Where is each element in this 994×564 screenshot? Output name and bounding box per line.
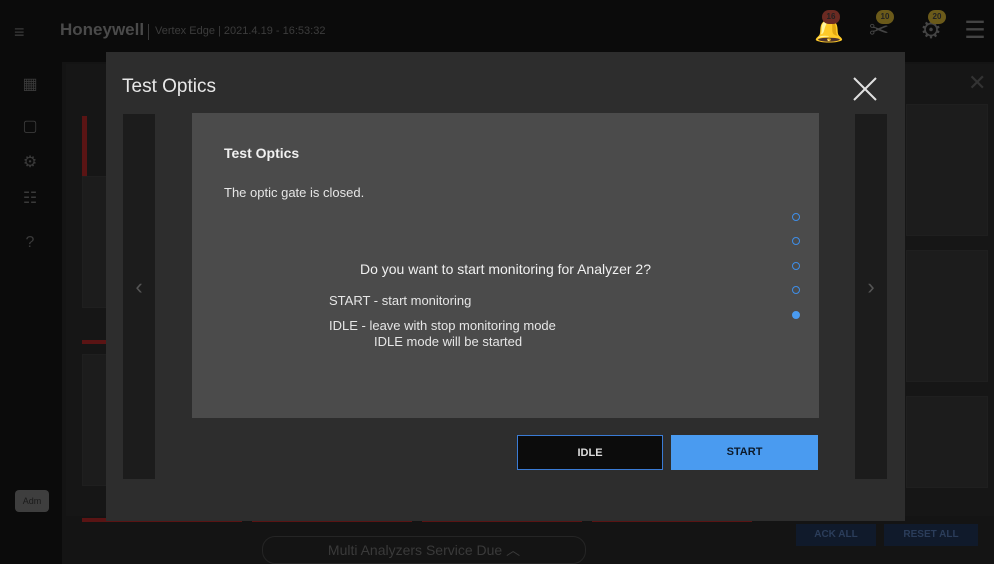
idle-option-description: IDLE - leave with stop monitoring mode	[329, 318, 556, 333]
step-message: The optic gate is closed.	[224, 185, 365, 200]
step-indicator-5	[792, 311, 800, 319]
dashboard-icon[interactable]: ▦	[18, 74, 42, 98]
help-icon[interactable]: ?	[18, 234, 42, 258]
start-option-description: START - start monitoring	[329, 293, 472, 308]
brand-logo: Honeywell	[60, 20, 145, 39]
chevron-left-icon: ‹	[135, 274, 143, 299]
analyzer-card	[906, 104, 988, 236]
start-button[interactable]: START	[671, 435, 818, 470]
tools-badge: 10	[876, 10, 894, 24]
service-due-bar: Multi Analyzers Service Due ︿	[262, 536, 586, 564]
close-icon[interactable]	[848, 72, 882, 106]
step-indicator-2	[792, 237, 800, 245]
ack-all-button: ACK ALL	[796, 524, 876, 546]
analyzer-card	[906, 396, 988, 488]
header-subtitle: Vertex Edge | 2021.4.19 - 16:53:32	[155, 25, 326, 37]
settings-icon[interactable]: ⚙	[18, 152, 42, 176]
background-close-icon: ✕	[968, 70, 987, 95]
chevron-right-icon: ›	[867, 274, 875, 299]
header-divider	[148, 24, 149, 40]
step-indicator-4	[792, 286, 800, 294]
next-step-button[interactable]: ›	[855, 114, 887, 479]
maintenance-badge: 20	[928, 10, 946, 24]
step-title: Test Optics	[224, 145, 300, 161]
step-indicator-1	[792, 213, 800, 221]
menu-icon[interactable]: ≡	[14, 22, 25, 43]
analyzer-card	[906, 250, 988, 382]
step-indicator-3	[792, 262, 800, 270]
analyzer-list-icon[interactable]: ☰	[960, 14, 990, 48]
confirmation-question: Do you want to start monitoring for Anal…	[359, 261, 652, 277]
reset-all-button: RESET ALL	[884, 524, 978, 546]
alarm-stripe	[82, 116, 87, 176]
idle-option-subtext: IDLE mode will be started	[374, 334, 523, 349]
previous-step-button[interactable]: ‹	[123, 114, 155, 479]
dialog-title: Test Optics	[122, 76, 216, 97]
avatar[interactable]: Adm	[15, 490, 49, 512]
step-content-panel: Test Optics The optic gate is closed. Do…	[192, 113, 819, 418]
bell-badge: 16	[822, 10, 840, 24]
report-icon[interactable]: ▢	[18, 116, 42, 140]
sidebar: ▦ ▢ ⚙ ☷ ?	[0, 62, 62, 564]
idle-button[interactable]: IDLE	[517, 435, 663, 470]
config-icon[interactable]: ☷	[18, 188, 42, 212]
test-optics-dialog: Test Optics ‹ › Test Optics The optic ga…	[106, 52, 905, 521]
